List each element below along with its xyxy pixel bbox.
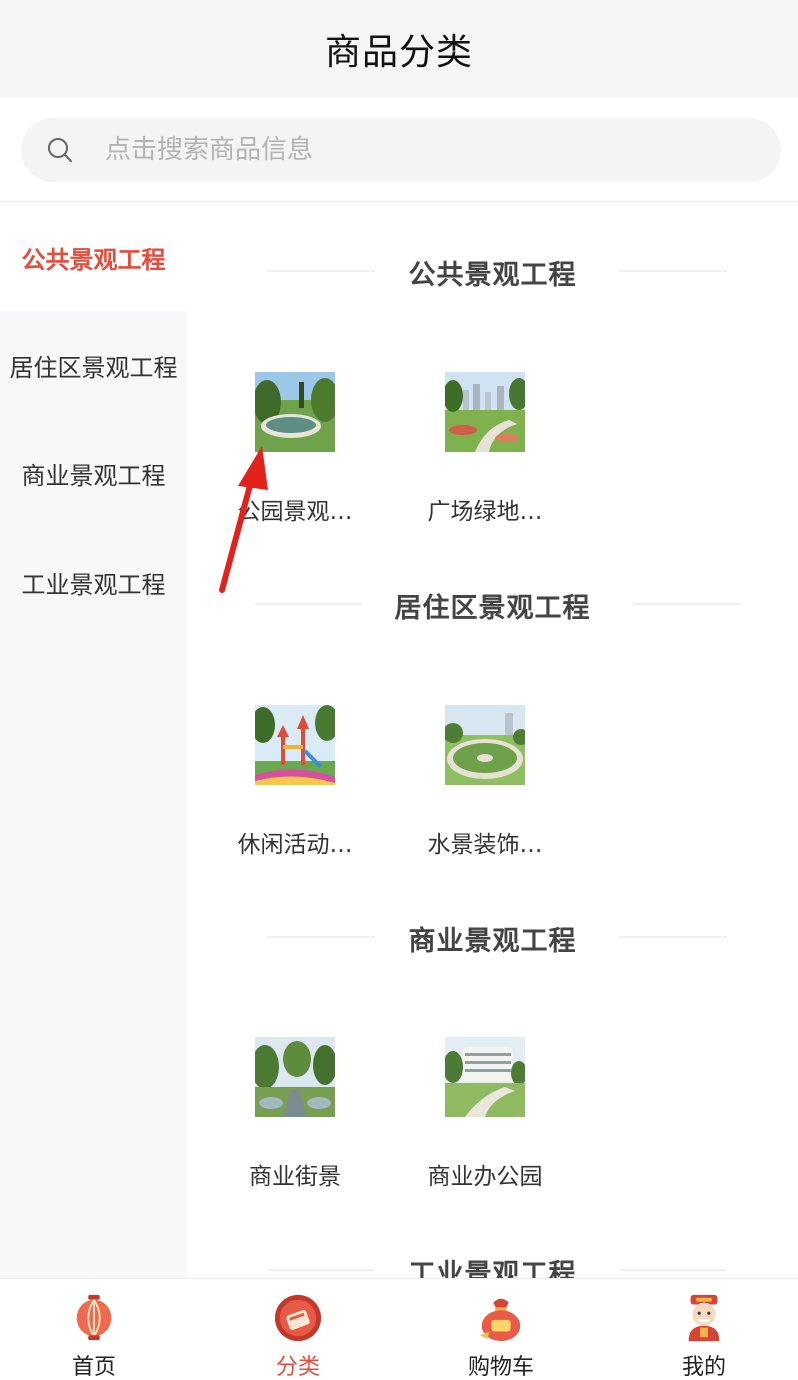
product-name: 商业办公园 xyxy=(427,1164,543,1190)
section-title: 商业景观工程 xyxy=(408,926,577,957)
product-commercial-office-park[interactable]: 商业办公园 xyxy=(410,1037,560,1191)
park-landscape-image xyxy=(255,372,335,452)
commercial-street-image xyxy=(255,1037,335,1117)
sidebar-item-commercial-landscape[interactable]: 商业景观工程 xyxy=(0,419,187,527)
product-name: 商业街景 xyxy=(249,1164,341,1190)
lucky-bag-icon xyxy=(479,1298,521,1342)
section-title: 公共景观工程 xyxy=(408,260,577,291)
category-icon xyxy=(274,1294,322,1342)
bottom-tab-bar: 首页 分类 购物车 我的 xyxy=(0,1278,798,1380)
sidebar-item-residential-landscape[interactable]: 居住区景观工程 xyxy=(0,311,187,419)
sidebar-item-label: 公共景观工程 xyxy=(21,245,166,274)
plaza-greenland-image xyxy=(445,372,525,452)
tab-category[interactable]: 分类 xyxy=(198,1279,398,1380)
product-name: 广场绿地… xyxy=(427,499,543,525)
tab-label: 我的 xyxy=(681,1355,726,1380)
tab-label: 分类 xyxy=(275,1355,320,1380)
page-title: 商品分类 xyxy=(324,32,473,73)
product-name: 公园景观… xyxy=(237,499,353,525)
product-commercial-street[interactable]: 商业街景 xyxy=(220,1037,370,1191)
product-waterscape-decoration[interactable]: 水景装饰… xyxy=(410,705,560,859)
product-leisure-activity[interactable]: 休闲活动… xyxy=(220,705,370,859)
tab-home[interactable]: 首页 xyxy=(0,1279,194,1380)
search-area xyxy=(0,98,798,202)
sidebar-item-label: 商业景观工程 xyxy=(21,461,166,490)
section-title: 居住区景观工程 xyxy=(394,593,591,624)
tab-cart[interactable]: 购物车 xyxy=(401,1279,601,1380)
office-park-image xyxy=(445,1037,525,1117)
lantern-icon xyxy=(76,1294,112,1341)
sidebar-item-label: 工业景观工程 xyxy=(21,570,166,599)
search-bar[interactable] xyxy=(21,118,781,182)
sidebar-item-public-landscape[interactable]: 公共景观工程 xyxy=(0,203,187,311)
waterscape-image xyxy=(445,705,525,785)
fortune-god-icon xyxy=(688,1294,720,1342)
product-list: 公共景观工程 公园景观… 广场绿地… 居住区景观工程 休闲活动… 水景装饰… 商… xyxy=(187,203,798,1278)
playground-image xyxy=(255,705,335,785)
section-title: 工业景观工程 xyxy=(408,1259,577,1278)
top-bar: 商品分类 xyxy=(0,0,798,98)
category-sidebar: 公共景观工程 居住区景观工程 商业景观工程 工业景观工程 xyxy=(0,203,187,1278)
tab-label: 购物车 xyxy=(467,1355,534,1380)
search-input[interactable] xyxy=(105,135,705,165)
product-name: 休闲活动… xyxy=(237,832,353,858)
sidebar-item-industrial-landscape[interactable]: 工业景观工程 xyxy=(0,528,187,636)
sidebar-item-label: 居住区景观工程 xyxy=(9,353,178,382)
search-icon xyxy=(48,138,72,162)
tab-label: 首页 xyxy=(71,1355,116,1380)
product-park-landscape[interactable]: 公园景观… xyxy=(220,372,370,526)
product-name: 水景装饰… xyxy=(427,832,543,858)
tab-mine[interactable]: 我的 xyxy=(604,1279,798,1380)
product-plaza-greenland[interactable]: 广场绿地… xyxy=(410,372,560,526)
